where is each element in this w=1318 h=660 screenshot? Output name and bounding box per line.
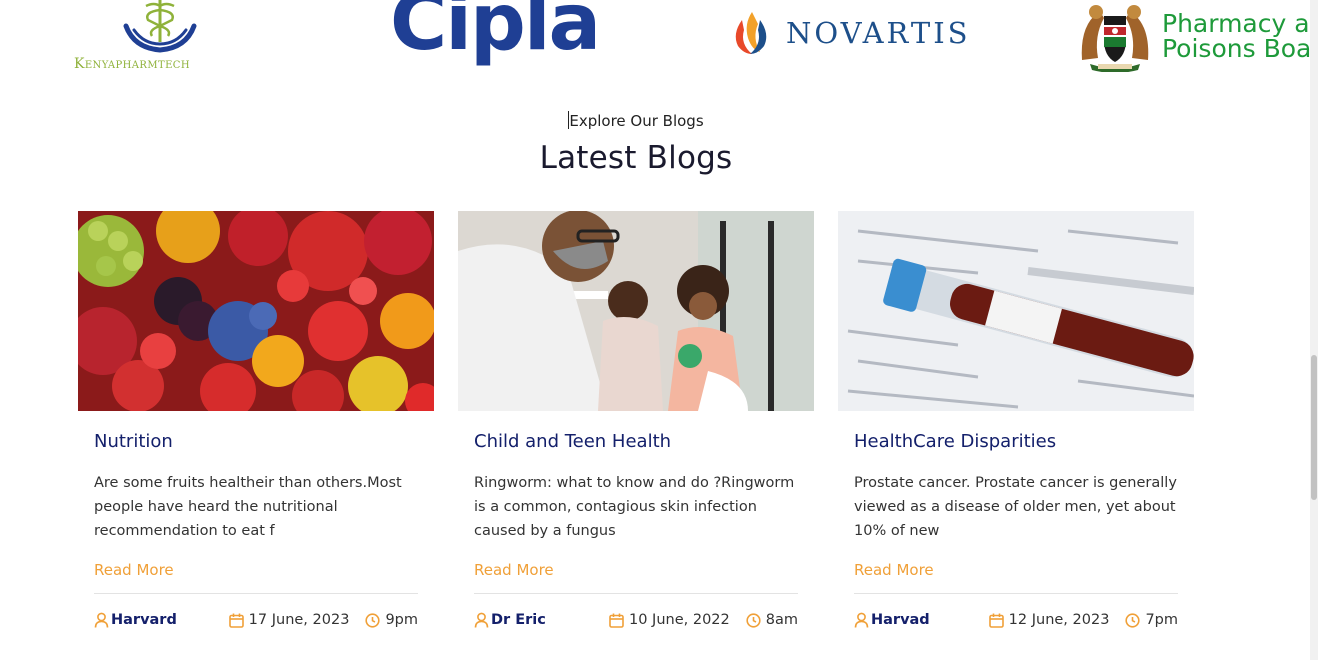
user-icon: [854, 612, 869, 628]
time-text: 9pm: [385, 612, 418, 628]
kenyapharmtech-wordmark: Kenyapharmtech: [74, 56, 190, 72]
page-scrollbar[interactable]: [1310, 0, 1318, 660]
ppb-wordmark-line1: Pharmacy a: [1162, 9, 1310, 38]
blog-excerpt: Are some fruits healtheir than others.Mo…: [94, 475, 402, 539]
author-name: Harvad: [871, 612, 930, 628]
kenyapharmtech-logo[interactable]: Kenyapharmtech: [74, 0, 244, 76]
calendar-icon: [228, 613, 244, 628]
scrollbar-thumb[interactable]: [1311, 355, 1317, 500]
blog-meta: Harvard 17 June, 2023 9pm: [94, 612, 418, 628]
read-more-link[interactable]: Read More: [854, 561, 1178, 579]
blog-time: 9pm: [365, 612, 418, 628]
blog-author[interactable]: Dr Eric: [474, 612, 546, 628]
blog-title[interactable]: Nutrition: [94, 431, 418, 452]
date-text: 17 June, 2023: [248, 612, 350, 628]
blog-meta: Dr Eric 10 June, 2022 8am: [474, 612, 798, 628]
calendar-icon: [988, 613, 1004, 628]
partner-logos-strip: Kenyapharmtech Cipla NOVARTIS Pharmacy a…: [0, 0, 1310, 90]
author-name: Dr Eric: [491, 612, 546, 628]
card-divider: [94, 593, 418, 594]
novartis-logo[interactable]: NOVARTIS: [730, 8, 971, 58]
user-icon: [94, 612, 109, 628]
ppb-wordmark: Pharmacy a Poisons Boa: [1162, 11, 1310, 61]
card-divider: [474, 593, 798, 594]
blood-test-tube-photo-icon: [838, 211, 1194, 411]
ppb-wordmark-line2: Poisons Boa: [1162, 34, 1310, 63]
blog-date: 17 June, 2023: [228, 612, 350, 628]
cipla-logo[interactable]: Cipla: [390, 0, 601, 62]
read-more-link[interactable]: Read More: [474, 561, 798, 579]
section-kicker-text: Explore Our Blogs: [569, 112, 704, 130]
blog-meta: Harvad 12 June, 2023 7pm: [854, 612, 1178, 628]
cipla-wordmark: Cipla: [390, 0, 601, 68]
fruits-photo-icon: [78, 211, 434, 411]
read-more-link[interactable]: Read More: [94, 561, 418, 579]
clock-icon: [746, 612, 761, 628]
time-text: 8am: [765, 612, 798, 628]
blog-title[interactable]: Child and Teen Health: [474, 431, 798, 452]
calendar-icon: [609, 613, 624, 628]
time-text: 7pm: [1145, 612, 1178, 628]
blog-date: 10 June, 2022: [609, 612, 730, 628]
blog-image-test-tube[interactable]: [838, 211, 1194, 411]
doctor-child-photo-icon: [458, 211, 814, 411]
author-name: Harvard: [111, 612, 177, 628]
blog-excerpt: Ringworm: what to know and do ?Ringworm …: [474, 475, 795, 539]
blog-image-fruits[interactable]: [78, 211, 434, 411]
kenya-coat-of-arms-icon: [1081, 5, 1149, 72]
blog-author[interactable]: Harvard: [94, 612, 177, 628]
novartis-wordmark: NOVARTIS: [786, 16, 971, 50]
clock-icon: [1125, 612, 1141, 628]
blog-card: HealthCare Disparities Prostate cancer. …: [838, 211, 1194, 660]
blog-author[interactable]: Harvad: [854, 612, 930, 628]
flame-logo-icon: [735, 12, 767, 54]
blog-date: 12 June, 2023: [988, 612, 1110, 628]
blogs-section-header: Explore Our Blogs Latest Blogs: [0, 111, 1272, 176]
blog-card: Nutrition Are some fruits healtheir than…: [78, 211, 434, 660]
blog-excerpt: Prostate cancer. Prostate cancer is gene…: [854, 475, 1177, 539]
blog-image-doctor-child[interactable]: [458, 211, 814, 411]
blog-time: 8am: [746, 612, 798, 628]
user-icon: [474, 612, 489, 628]
blog-title[interactable]: HealthCare Disparities: [854, 431, 1178, 452]
date-text: 10 June, 2022: [628, 612, 730, 628]
section-kicker: Explore Our Blogs: [0, 111, 1272, 130]
caduceus-hands-logo-icon: [123, 0, 197, 53]
blog-card: Child and Teen Health Ringworm: what to …: [458, 211, 814, 660]
card-divider: [854, 593, 1178, 594]
pharmacy-poisons-board-logo[interactable]: Pharmacy a Poisons Boa: [1074, 0, 1310, 72]
date-text: 12 June, 2023: [1008, 612, 1110, 628]
blog-time: 7pm: [1125, 612, 1178, 628]
section-title: Latest Blogs: [539, 140, 733, 176]
clock-icon: [365, 612, 381, 628]
